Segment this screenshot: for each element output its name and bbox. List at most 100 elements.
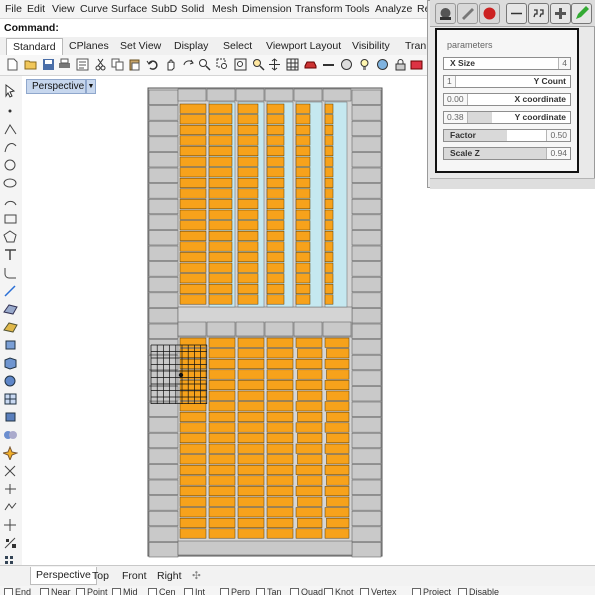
- shading-louvre: [295, 177, 311, 188]
- shading-louvre: [237, 475, 265, 486]
- shading-louvre: [179, 241, 207, 252]
- shading-louvre: [266, 486, 294, 497]
- osnap-point[interactable]: Point: [76, 587, 108, 595]
- shading-louvre: [208, 124, 233, 135]
- osnap-int[interactable]: Int: [184, 587, 205, 595]
- cladding-panel: [351, 198, 382, 215]
- osnap-near[interactable]: Near: [40, 587, 71, 595]
- cladding-panel: [148, 136, 179, 152]
- shading-louvre: [326, 390, 350, 401]
- preview-icon[interactable]: [435, 3, 456, 24]
- shading-louvre: [237, 103, 259, 114]
- pencil-icon[interactable]: [571, 3, 592, 24]
- shading-louvre: [266, 443, 294, 454]
- slider-factor[interactable]: Factor 0.50: [443, 129, 571, 142]
- shading-louvre: [266, 199, 285, 210]
- viewport-tabs: Perspective Top Front Right ✣: [0, 565, 595, 586]
- shading-louvre: [179, 124, 207, 135]
- shading-louvre: [324, 486, 350, 497]
- osnap-quad[interactable]: Quad: [290, 587, 323, 595]
- cladding-panel: [293, 88, 323, 102]
- cladding-panel: [148, 245, 179, 261]
- shading-louvre: [208, 156, 233, 167]
- shading-louvre: [266, 283, 285, 294]
- slider-y-coordinate[interactable]: Y coordinate 0.38: [443, 111, 571, 124]
- osnap-perp[interactable]: Perp: [220, 587, 250, 595]
- shading-louvre: [237, 411, 265, 422]
- slider-x-size[interactable]: X Size 4: [443, 57, 571, 70]
- shading-louvre: [179, 475, 207, 486]
- shading-louvre: [237, 507, 265, 518]
- osnap-vertex[interactable]: Vertex: [360, 587, 397, 595]
- shading-louvre: [237, 517, 265, 528]
- shading-louvre: [179, 348, 207, 359]
- viewport-tab-front[interactable]: Front: [122, 570, 147, 582]
- osnap-tan[interactable]: Tan: [256, 587, 282, 595]
- slider-value: 4: [558, 58, 570, 69]
- cladding-panel: [351, 245, 382, 261]
- shading-louvre: [237, 283, 259, 294]
- shading-louvre: [266, 380, 294, 391]
- shading-louvre: [179, 517, 207, 528]
- shading-louvre: [326, 369, 350, 380]
- shading-louvre: [297, 390, 323, 401]
- shading-louvre: [266, 241, 285, 252]
- shading-louvre: [179, 464, 207, 475]
- viewport-tab-right[interactable]: Right: [157, 570, 182, 582]
- shading-louvre: [237, 464, 265, 475]
- shading-louvre: [208, 283, 233, 294]
- shading-louvre: [297, 475, 323, 486]
- cladding-panel: [148, 464, 179, 480]
- osnap-mid[interactable]: Mid: [112, 587, 138, 595]
- shading-louvre: [208, 167, 233, 178]
- shading-louvre: [179, 401, 207, 412]
- shading-louvre: [266, 454, 294, 465]
- shading-louvre: [237, 262, 259, 273]
- osnap-end[interactable]: End: [4, 587, 31, 595]
- osnap-project[interactable]: Project: [412, 587, 451, 595]
- osnap-knot[interactable]: Knot: [324, 587, 354, 595]
- shading-louvre: [324, 177, 334, 188]
- bake-icon[interactable]: [479, 3, 500, 24]
- slider-label: X coordinate: [514, 94, 566, 104]
- shading-louvre: [208, 358, 236, 369]
- shading-louvre: [326, 411, 350, 422]
- group-icon[interactable]: [550, 3, 571, 24]
- shading-louvre: [208, 422, 236, 433]
- shading-louvre: [326, 348, 350, 359]
- quote-icon[interactable]: [528, 3, 549, 24]
- slider-value: 0.94: [546, 148, 570, 159]
- slider-scale-z[interactable]: Scale Z 0.94: [443, 147, 571, 160]
- shading-louvre: [326, 517, 350, 528]
- shading-louvre: [295, 167, 311, 178]
- shading-louvre: [297, 348, 323, 359]
- shading-louvre: [266, 146, 285, 157]
- shading-louvre: [179, 486, 207, 497]
- slider-x-coordinate[interactable]: X coordinate 0.00: [443, 93, 571, 106]
- viewport-tab-perspective[interactable]: Perspective: [30, 567, 97, 585]
- osnap-disable[interactable]: Disable: [458, 587, 499, 595]
- shading-louvre: [295, 199, 311, 210]
- shading-louvre: [266, 167, 285, 178]
- shading-louvre: [266, 401, 294, 412]
- shading-louvre: [208, 262, 233, 273]
- osnap-cen[interactable]: Cen: [148, 587, 176, 595]
- shading-louvre: [324, 114, 334, 125]
- shading-louvre: [208, 496, 236, 507]
- shading-louvre: [208, 177, 233, 188]
- minus-icon[interactable]: [506, 3, 527, 24]
- slider-y-count[interactable]: Y Count 1: [443, 75, 571, 88]
- shading-louvre: [266, 156, 285, 167]
- shading-louvre: [324, 283, 334, 294]
- cladding-panel: [351, 464, 382, 480]
- shading-louvre: [237, 177, 259, 188]
- add-viewport-tab-icon[interactable]: ✣: [192, 570, 201, 582]
- cladding-panel: [351, 354, 382, 371]
- viewport-tab-top[interactable]: Top: [92, 570, 109, 582]
- cladding-panel: [148, 276, 179, 293]
- solver-icon[interactable]: [457, 3, 478, 24]
- shading-louvre: [324, 124, 334, 135]
- shading-louvre: [208, 454, 236, 465]
- shading-louvre: [179, 230, 207, 241]
- shading-louvre: [326, 433, 350, 444]
